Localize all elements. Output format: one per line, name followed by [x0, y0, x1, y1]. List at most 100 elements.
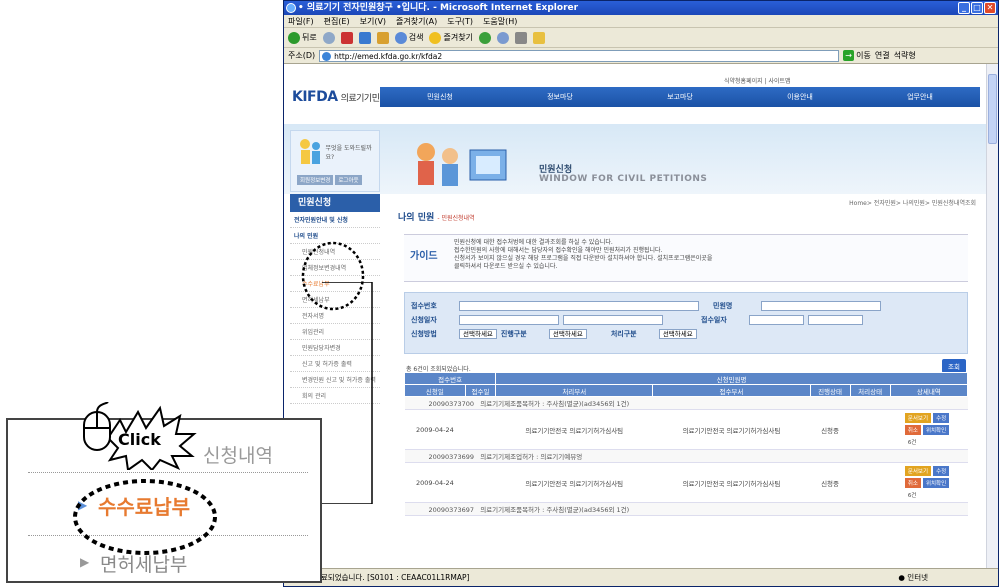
- guide-line: 민원신청에 대한 접수처벙에 대한 결과조회를 하실 수 있습니다.: [454, 239, 613, 246]
- side-nav-item[interactable]: 전자민원안내 및 신청: [290, 212, 380, 228]
- cancel-button[interactable]: 취소: [904, 424, 921, 435]
- apply-method-select[interactable]: 선택하세요: [459, 329, 497, 339]
- ie-icon: [286, 3, 296, 13]
- star-icon: [429, 31, 442, 44]
- close-button[interactable]: ✕: [984, 2, 996, 14]
- favorites-button[interactable]: 즐겨찾기: [429, 31, 473, 44]
- welcome-box: 무엇을 도와드릴까요? 회원정보변경 로그아웃: [290, 130, 380, 192]
- table-header: 신청민원명: [495, 372, 968, 385]
- table-row: 20090373697 의료기기제조품목허가 : 주사침(멸균)(ad3456외…: [404, 502, 968, 516]
- address-input[interactable]: http://emed.kfda.go.kr/kfda2: [319, 49, 840, 62]
- window-title: • 의료기기 전자민원창구 •입니다. - Microsoft Internet…: [298, 3, 579, 13]
- petition-name-input[interactable]: [761, 301, 881, 311]
- edit-button[interactable]: 수정: [933, 465, 950, 476]
- scroll-thumb[interactable]: [988, 74, 997, 144]
- toolbar: 뒤로 검색 즐겨찾기: [284, 28, 998, 48]
- links-extra[interactable]: 석략형: [894, 50, 916, 61]
- table-header: 신청일: [404, 384, 466, 397]
- view-doc-button[interactable]: 문서보기: [904, 465, 932, 476]
- maximize-button[interactable]: □: [971, 2, 983, 14]
- links-label[interactable]: 연결: [875, 50, 890, 61]
- receipt-date-from[interactable]: [749, 315, 804, 325]
- guide-line: 클릭하셔서 다운로드 받으실 수 있습니다.: [454, 263, 558, 270]
- location-button[interactable]: 위치확인: [922, 424, 950, 435]
- side-nav-item[interactable]: 변경민원 신고 및 허가증 출력: [290, 372, 380, 388]
- cancel-button[interactable]: 취소: [904, 477, 921, 488]
- apply-date-to[interactable]: [563, 315, 663, 325]
- page-title: 나의 민원 - 민원신청내역: [398, 213, 475, 223]
- site-logo[interactable]: KIFDA 의료기기민원: [292, 89, 388, 105]
- banner-subtitle: WINDOW FOR CIVIL PETITIONS: [539, 174, 708, 184]
- location-button[interactable]: 위치확인: [922, 477, 950, 488]
- menu-favorites[interactable]: 즐겨찾기(A): [396, 15, 437, 27]
- guide-line: 신청서가 보이지 않으실 경우 해당 프로그램을 직접 다운받아 설치하셔야 합…: [454, 255, 713, 262]
- guide-label: 가이드: [410, 251, 438, 262]
- gnb-item[interactable]: 업무안내: [907, 92, 933, 102]
- home-icon[interactable]: [376, 31, 389, 44]
- breadcrumb: Home> 전자민원> 나의민원> 민원신청내역조회: [849, 200, 976, 207]
- menu-file[interactable]: 파일(F): [288, 15, 314, 27]
- stop-icon[interactable]: [340, 31, 353, 44]
- side-nav-title: 민원신청: [290, 194, 380, 212]
- zoom-highlight-circle: [73, 479, 217, 555]
- logout-button[interactable]: 로그아웃: [335, 175, 362, 185]
- banner: 무엇을 도와드릴까요? 회원정보변경 로그아웃 민원신청 WINDOW FOR …: [284, 124, 987, 194]
- process-select[interactable]: 선택하세요: [658, 329, 697, 339]
- minimize-button[interactable]: _: [958, 2, 970, 14]
- gnb-item[interactable]: 보고마당: [667, 92, 693, 102]
- highlight-circle: [301, 241, 365, 311]
- refresh-icon[interactable]: [358, 31, 371, 44]
- gnb-item[interactable]: 민원신청: [427, 92, 453, 102]
- table-row: 2009-04-24 의료기기안전국 의료기기허가심사팀 의료기기안전국 의료기…: [404, 462, 968, 503]
- receipt-no-input[interactable]: [459, 301, 699, 311]
- table-row: 20090373700 의료기기제조품목허가 : 주사침(멸균)(ad3456외…: [404, 396, 968, 410]
- click-callout: Click: [68, 390, 228, 470]
- search-form: 접수번호 민원명 신청일자 접수일자 신청방법 선택하세요 진행구분 선택하세요 처리구분 선…: [404, 292, 968, 354]
- side-nav-item[interactable]: 민원담당자변경: [290, 340, 380, 356]
- apply-date-from[interactable]: [459, 315, 559, 325]
- mail-icon[interactable]: [496, 31, 509, 44]
- main-content: Home> 전자민원> 나의민원> 민원신청내역조회 나의 민원 - 민원신청내…: [396, 194, 976, 569]
- table-row: 2009-04-24 의료기기안전국 의료기기허가심사팀 의료기기안전국 의료기…: [404, 409, 968, 450]
- title-bar: • 의료기기 전자민원창구 •입니다. - Microsoft Internet…: [284, 1, 998, 15]
- history-icon[interactable]: [478, 31, 491, 44]
- member-info-button[interactable]: 회원정보변경: [297, 175, 334, 185]
- guide-box: 가이드 민원신청에 대한 접수처벙에 대한 결과조회를 하실 수 있습니다. 접…: [404, 234, 968, 282]
- gnb-item[interactable]: 정보마당: [547, 92, 573, 102]
- side-nav-item[interactable]: 위임관리: [290, 324, 380, 340]
- search-button[interactable]: 조회: [942, 359, 966, 373]
- side-nav: 민원신청 전자민원안내 및 신청 나의 민원 민원신청내역 업체정보변경내역 수…: [290, 194, 380, 444]
- gnb-item[interactable]: 이용안내: [787, 92, 813, 102]
- result-table: 접수번호 신청민원명 신청일 접수일 처리부서 접수부서 진행상태 처리상태 상…: [403, 372, 969, 516]
- forward-arrow-icon[interactable]: [322, 31, 335, 44]
- table-header: 접수일: [464, 384, 497, 397]
- address-bar: 주소(D) http://emed.kfda.go.kr/kfda2 → 이동 연…: [284, 48, 998, 64]
- back-button[interactable]: 뒤로: [288, 31, 317, 44]
- menu-tools[interactable]: 도구(T): [447, 15, 473, 27]
- web-page: 식약청홈페이지 | 사이트맵 KIFDA 의료기기민원 민원신청 정보마당 보고마…: [284, 64, 987, 569]
- side-nav-item[interactable]: 신고 및 허가증 출력: [290, 356, 380, 372]
- menu-edit[interactable]: 편집(E): [324, 15, 350, 27]
- utility-links[interactable]: 식약청홈페이지 | 사이트맵: [724, 76, 791, 85]
- edit-button[interactable]: 수정: [933, 412, 950, 423]
- people-icon: [300, 139, 320, 164]
- guide-line: 접수한민원의 사항에 대해서는 담당자의 접수확인을 해야만 민원처리가 진행됩…: [454, 247, 663, 254]
- print-icon[interactable]: [514, 31, 527, 44]
- view-doc-button[interactable]: 문서보기: [904, 412, 932, 423]
- welcome-text: 무엇을 도와드릴까요?: [325, 145, 372, 161]
- browser-window: • 의료기기 전자민원창구 •입니다. - Microsoft Internet…: [283, 0, 999, 587]
- menu-help[interactable]: 도움말(H): [483, 15, 517, 27]
- menu-view[interactable]: 보기(V): [360, 15, 386, 27]
- go-button[interactable]: → 이동: [843, 50, 871, 61]
- progress-select[interactable]: 선택하세요: [548, 329, 587, 339]
- side-nav-item[interactable]: 회의 관리: [290, 388, 380, 404]
- table-header: 접수부서: [652, 384, 811, 397]
- table-header: 상세내역: [889, 384, 969, 397]
- folder-icon[interactable]: [532, 31, 545, 44]
- vertical-scrollbar[interactable]: [986, 64, 998, 569]
- search-button[interactable]: 검색: [394, 31, 423, 44]
- table-header: 접수번호: [403, 372, 497, 385]
- click-label: Click: [118, 430, 161, 449]
- receipt-date-to[interactable]: [808, 315, 863, 325]
- go-arrow-icon: →: [843, 50, 855, 61]
